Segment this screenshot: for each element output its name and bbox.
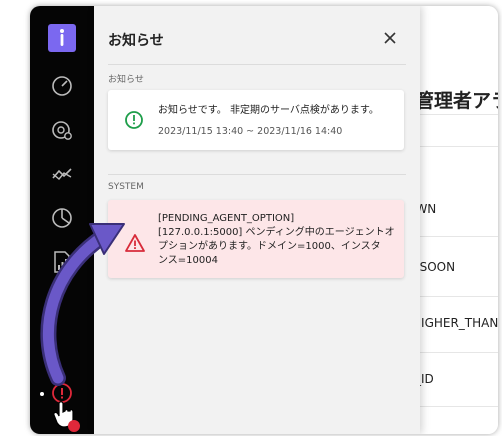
notification-count-badge (68, 420, 80, 432)
pie-chart-icon[interactable] (48, 204, 76, 232)
system-alert-line: [127.0.0.1:5000] ペンディング中のエージェントオ (158, 227, 395, 238)
system-alert-code: [PENDING_AGENT_OPTION] (158, 213, 295, 224)
gauge-icon[interactable] (48, 72, 76, 100)
notice-period: 2023/11/15 13:40 ~ 2023/11/16 14:40 (158, 126, 343, 137)
divider (108, 64, 406, 65)
report-icon[interactable] (48, 248, 76, 276)
divider (108, 174, 406, 175)
notification-panel: お知らせ お知らせ お知らせです。 非定期のサーバ点検があります。 2023/1… (94, 6, 420, 434)
background-page-title: 管理者アラ (415, 90, 498, 112)
logo-icon[interactable] (48, 24, 76, 52)
system-alert-line: プションがあります。ドメイン=1000、インスタ (158, 241, 381, 252)
close-icon[interactable] (380, 28, 400, 48)
section-label-notice: お知らせ (108, 75, 144, 85)
info-circle-icon (124, 110, 144, 130)
notice-message: お知らせです。 非定期のサーバ点検があります。 (158, 105, 379, 116)
trend-icon[interactable] (48, 160, 76, 188)
notice-card[interactable]: お知らせです。 非定期のサーバ点検があります。 2023/11/15 13:40… (108, 90, 404, 150)
system-alert-card[interactable]: [PENDING_AGENT_OPTION] [127.0.0.1:5000] … (108, 200, 404, 278)
settings-gear-icon[interactable] (48, 116, 76, 144)
panel-title: お知らせ (108, 33, 164, 49)
sidebar (30, 6, 94, 434)
system-alert-line: ンス=10004 (158, 255, 218, 266)
active-indicator (40, 392, 44, 396)
section-label-system: SYSTEM (108, 182, 144, 192)
warning-triangle-icon (124, 232, 146, 254)
app-window: 管理者アラ OWN E_SOON _HIGHER_THAN N_ID (30, 6, 498, 434)
